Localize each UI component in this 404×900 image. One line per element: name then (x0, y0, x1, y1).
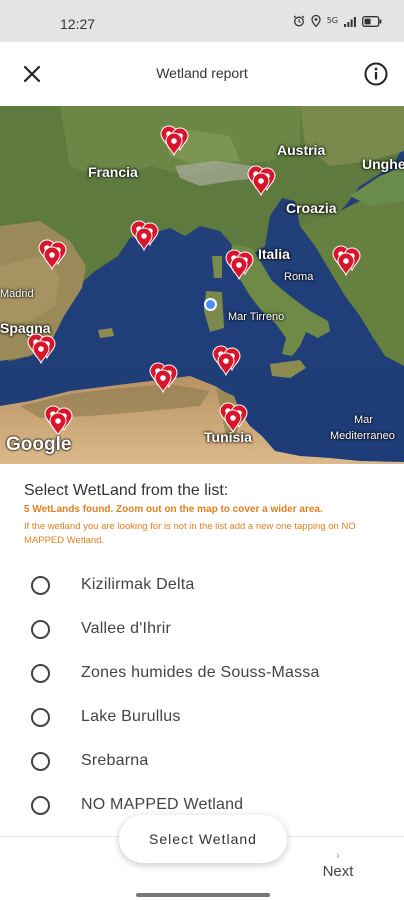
map-label-austria: Austria (277, 142, 326, 158)
wetland-marker-icon[interactable] (217, 401, 251, 435)
chevron-right-icon: › (336, 850, 340, 862)
battery-icon (362, 15, 382, 27)
radio-button[interactable] (31, 664, 50, 683)
wetland-label: NO MAPPED Wetland (81, 796, 244, 813)
wetland-label: Lake Burullus (81, 708, 181, 725)
list-item[interactable]: Lake Burullus (0, 700, 404, 740)
wetland-marker-icon[interactable] (330, 244, 364, 278)
wetland-marker-icon[interactable] (245, 164, 279, 198)
app-bar: Wetland report (0, 42, 404, 106)
map-label-ungheria: Ungheria (362, 156, 404, 172)
map-label-madrid: Madrid (0, 288, 34, 300)
wetland-marker-icon[interactable] (210, 344, 244, 378)
list-item[interactable]: Kizilirmak Delta (0, 568, 404, 608)
map-label-croazia: Croazia (286, 200, 337, 216)
page-title: Wetland report (156, 65, 248, 81)
wetland-label: Kizilirmak Delta (81, 576, 195, 593)
home-indicator[interactable] (136, 893, 270, 897)
list-item[interactable]: Zones humides de Souss-Massa (0, 656, 404, 696)
radio-button[interactable] (31, 796, 50, 815)
signal-icon (344, 16, 356, 27)
wetland-label: Vallee d'Ihrir (81, 620, 172, 637)
wetland-marker-icon[interactable] (147, 361, 181, 395)
map-label-francia: Francia (88, 164, 138, 180)
wetland-marker-icon[interactable] (128, 219, 162, 253)
hint-text: If the wetland you are looking for is no… (24, 521, 356, 546)
map-label-mediterraneo: Mediterraneo (330, 430, 395, 442)
next-button[interactable]: › Next (316, 850, 360, 884)
list-item[interactable]: Srebarna (0, 744, 404, 784)
location-icon (311, 15, 321, 27)
wetland-label: Zones humides de Souss-Massa (81, 664, 320, 681)
status-time: 12:27 (60, 16, 96, 32)
map-label-roma: Roma (284, 271, 314, 283)
list-item[interactable]: Vallee d'Ihrir (0, 612, 404, 652)
alarm-icon (293, 15, 305, 27)
wetland-label: Srebarna (81, 752, 149, 769)
status-bar: 12:27 5G (0, 0, 404, 42)
wetland-marker-icon[interactable] (223, 248, 257, 282)
google-logo: Google (6, 434, 72, 455)
status-icons: 5G (293, 15, 382, 27)
map-label-mar-tirreno: Mar Tirreno (228, 311, 285, 323)
wetland-marker-icon[interactable] (42, 404, 76, 438)
next-label: Next (322, 863, 354, 880)
wetland-marker-icon[interactable] (158, 124, 192, 158)
radio-button[interactable] (31, 708, 50, 727)
current-location-dot (204, 298, 217, 311)
radio-button[interactable] (31, 752, 50, 771)
wetland-map[interactable]: Francia Austria Ungheria Croazia Italia … (0, 106, 404, 464)
network-label: 5G (326, 16, 338, 25)
info-button[interactable] (362, 60, 390, 88)
radio-button[interactable] (31, 576, 50, 595)
found-count-text: 5 WetLands found. Zoom out on the map to… (24, 504, 323, 515)
select-title: Select WetLand from the list: (24, 482, 229, 499)
info-icon (364, 62, 388, 86)
select-wetland-button[interactable]: Select Wetland (119, 815, 287, 863)
map-label-mar: Mar (354, 414, 373, 426)
radio-button[interactable] (31, 620, 50, 639)
wetland-marker-icon[interactable] (25, 332, 59, 366)
wetland-marker-icon[interactable] (36, 238, 70, 272)
map-label-italia: Italia (258, 246, 290, 262)
